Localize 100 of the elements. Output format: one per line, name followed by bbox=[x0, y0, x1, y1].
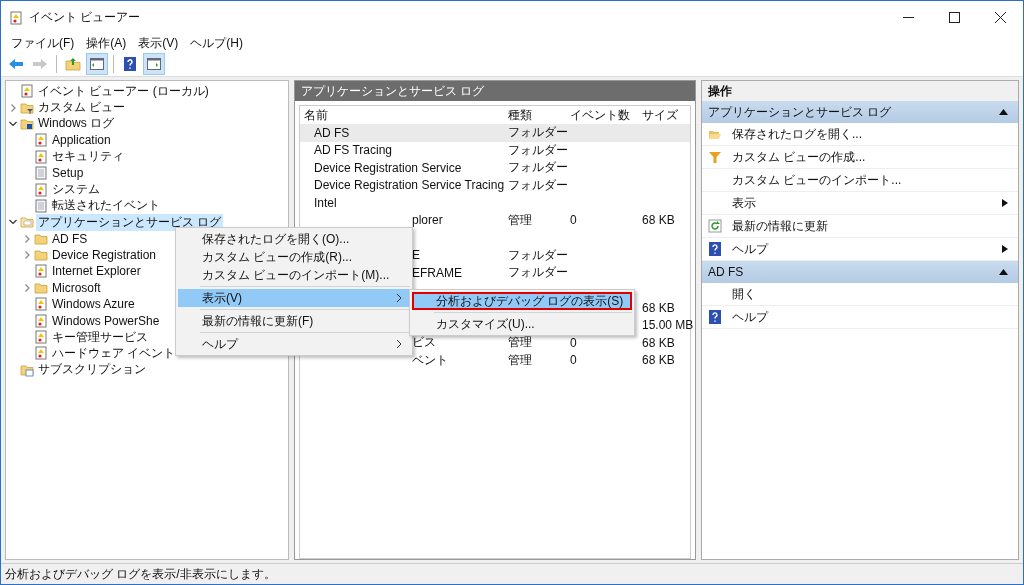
action-link[interactable]: 最新の情報に更新 bbox=[732, 217, 1008, 235]
menu-item[interactable]: 表示(V) bbox=[132, 34, 185, 52]
table-cell: AD FS bbox=[314, 125, 350, 140]
expand-chevron-icon[interactable] bbox=[22, 250, 32, 261]
table-cell: plorer bbox=[412, 213, 443, 228]
menu-item[interactable]: カスタム ビューの作成(R)... bbox=[178, 248, 410, 266]
tree-item[interactable]: サブスクリプション bbox=[36, 361, 148, 379]
table-cell: E bbox=[412, 248, 420, 263]
folder-icon bbox=[20, 116, 34, 131]
table-cell: 管理 bbox=[508, 352, 532, 367]
tree-item[interactable]: Microsoft bbox=[50, 280, 103, 295]
action-link[interactable]: カスタム ビューの作成... bbox=[732, 148, 1008, 166]
section-header[interactable]: アプリケーションとサービス ログ bbox=[702, 101, 1018, 123]
folder-icon bbox=[34, 231, 48, 246]
table-cell: EFRAME bbox=[412, 265, 462, 280]
event-log-icon bbox=[34, 182, 48, 197]
table-row[interactable]: AD FS フォルダー bbox=[300, 124, 690, 142]
table-cell: 0 bbox=[570, 353, 577, 368]
refresh-icon bbox=[708, 219, 722, 233]
tree-item[interactable]: ハードウェア イベント bbox=[50, 344, 178, 362]
help-icon bbox=[708, 310, 722, 324]
pane-header: 操作 bbox=[702, 81, 1018, 101]
tree-item[interactable]: Windows Azure bbox=[50, 297, 137, 312]
table-row[interactable]: AD FS Tracing フォルダー bbox=[300, 141, 690, 159]
table-row[interactable]: Device Registration Service Tracing フォルダー bbox=[300, 176, 690, 194]
folder-icon bbox=[34, 248, 48, 263]
table-row[interactable]: Device Registration Service フォルダー bbox=[300, 159, 690, 177]
table-cell: Intel bbox=[314, 195, 337, 210]
expand-chevron-icon[interactable] bbox=[22, 233, 32, 244]
table-cell: フォルダー bbox=[508, 177, 568, 192]
event-log-icon bbox=[34, 346, 48, 361]
action-link[interactable]: 開く bbox=[732, 285, 1008, 303]
menu-item[interactable]: 保存されたログを開く(O)... bbox=[178, 230, 410, 248]
menu-item[interactable]: カスタム ビューのインポート(M)... bbox=[178, 266, 410, 284]
table-cell: AD FS Tracing bbox=[314, 143, 393, 158]
tree-item[interactable]: Windows PowerShe bbox=[50, 313, 162, 328]
action-link[interactable]: カスタム ビューのインポート... bbox=[732, 171, 1008, 189]
menu-item[interactable]: 表示(V) bbox=[178, 289, 410, 307]
tree-item[interactable]: Internet Explorer bbox=[50, 264, 143, 279]
table-cell: フォルダー bbox=[508, 125, 568, 140]
event-log-icon bbox=[20, 84, 34, 99]
filter-icon bbox=[708, 150, 722, 164]
tree-item[interactable]: セキュリティ bbox=[50, 148, 126, 166]
action-link[interactable]: ヘルプ bbox=[732, 240, 992, 258]
table-row[interactable]: ベント 管理 0 68 KB bbox=[300, 351, 690, 369]
expand-chevron-icon[interactable] bbox=[22, 282, 32, 293]
tree-item[interactable]: Application bbox=[50, 133, 113, 148]
column-header[interactable]: 名前 bbox=[300, 106, 504, 124]
tree-item[interactable]: 転送されたイベント bbox=[50, 197, 162, 215]
table-cell: 管理 bbox=[508, 335, 532, 350]
table-cell: Device Registration Service Tracing bbox=[314, 178, 505, 193]
section-header[interactable]: AD FS bbox=[702, 261, 1018, 283]
menu-item[interactable]: ヘルプ bbox=[178, 335, 410, 353]
status-bar: 分析およびデバッグ ログを表示/非表示にします。 bbox=[1, 563, 1023, 584]
submenu-arrow-icon bbox=[1002, 245, 1008, 253]
tree-item[interactable]: Setup bbox=[50, 166, 86, 181]
collapse-triangle-icon bbox=[999, 109, 1008, 115]
maximize-icon bbox=[948, 12, 960, 23]
table-row[interactable]: plorer 管理 0 68 KB bbox=[300, 211, 690, 229]
tree-item[interactable]: システム bbox=[50, 181, 102, 199]
folder-filter-icon bbox=[20, 100, 34, 115]
menu-item[interactable]: ヘルプ(H) bbox=[184, 34, 249, 52]
action-link[interactable]: ヘルプ bbox=[732, 308, 1008, 326]
menu-item[interactable]: 最新の情報に更新(F) bbox=[178, 312, 410, 330]
table-cell: ビス bbox=[412, 335, 436, 350]
event-log-icon bbox=[34, 133, 48, 148]
column-header[interactable]: 種類 bbox=[504, 106, 566, 124]
log-file-icon bbox=[34, 166, 48, 181]
menu-item[interactable]: ファイル(F) bbox=[5, 34, 81, 52]
event-log-icon bbox=[34, 264, 48, 279]
table-cell: Device Registration Service bbox=[314, 160, 462, 175]
tree-item[interactable]: Windows ログ bbox=[36, 115, 116, 133]
column-header[interactable]: イベント数 bbox=[566, 106, 638, 124]
table-cell: フォルダー bbox=[508, 142, 568, 157]
tree-item[interactable]: キー管理サービス bbox=[50, 328, 150, 346]
submenu-arrow-icon bbox=[1002, 199, 1008, 207]
event-log-icon bbox=[9, 10, 23, 25]
menu-item[interactable]: 分析およびデバッグ ログの表示(S) bbox=[412, 292, 632, 310]
event-log-icon bbox=[34, 313, 48, 328]
collapse-triangle-icon bbox=[999, 269, 1008, 275]
close-icon bbox=[994, 12, 1006, 23]
menu-item[interactable]: 操作(A) bbox=[80, 34, 133, 52]
tree-item[interactable]: カスタム ビュー bbox=[36, 99, 128, 117]
action-link[interactable]: 表示 bbox=[732, 194, 992, 212]
column-header[interactable]: サイズ bbox=[638, 106, 690, 124]
log-file-icon bbox=[34, 198, 48, 213]
window-title: イベント ビューアー bbox=[29, 9, 142, 26]
folder-icon bbox=[20, 362, 34, 377]
tree-item[interactable]: イベント ビューアー (ローカル) bbox=[36, 82, 211, 100]
menu-item[interactable]: カスタマイズ(U)... bbox=[412, 315, 632, 333]
table-row[interactable]: Intel bbox=[300, 194, 690, 212]
table-cell: フォルダー bbox=[508, 265, 568, 280]
tree-item[interactable]: AD FS bbox=[50, 231, 90, 246]
help-icon bbox=[708, 242, 722, 256]
tree-item[interactable]: アプリケーションとサービス ログ bbox=[36, 213, 224, 231]
table-cell: フォルダー bbox=[508, 160, 568, 175]
tree-item[interactable]: Device Registration bbox=[50, 248, 159, 263]
folder-icon bbox=[34, 280, 48, 295]
action-link[interactable]: 保存されたログを開く... bbox=[732, 125, 1008, 143]
expand-chevron-icon[interactable] bbox=[8, 102, 18, 113]
